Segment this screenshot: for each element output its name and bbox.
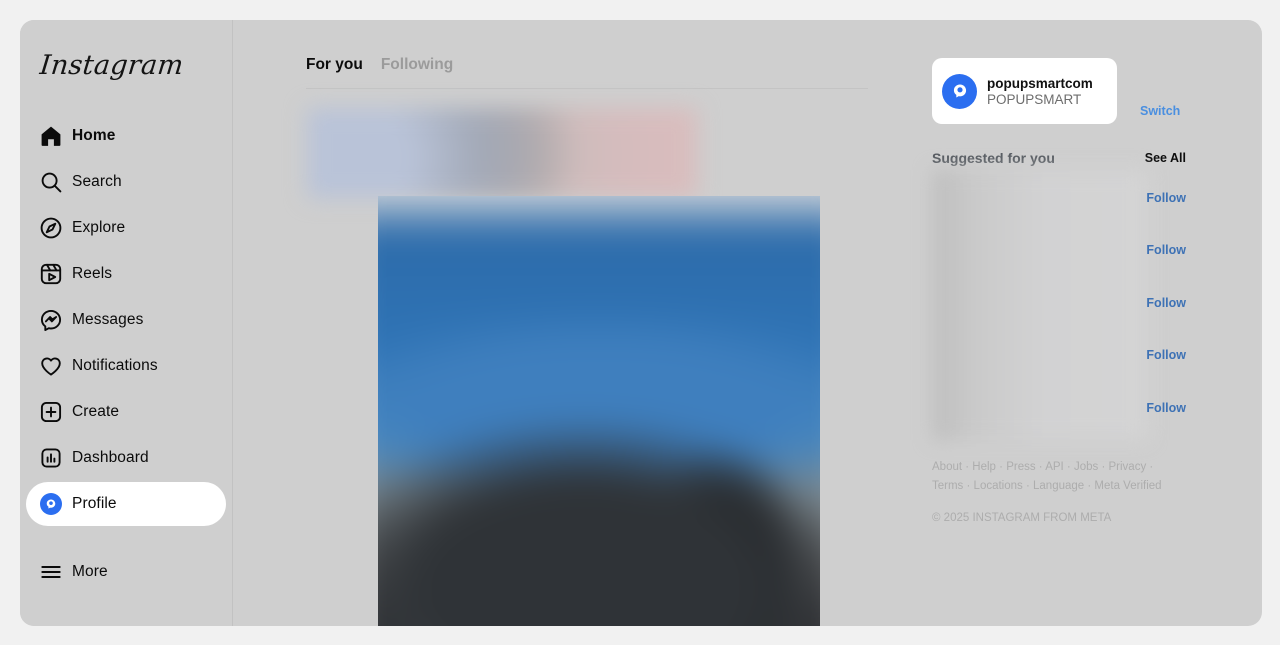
account-display-name: POPUPSMART xyxy=(987,91,1082,107)
hamburger-icon xyxy=(30,560,72,584)
sidebar-item-label: Reels xyxy=(72,265,113,282)
sidebar-nav-list: Home Search Explore Reels Messages Notificati… xyxy=(20,112,232,596)
feed-column: For you Following xyxy=(233,20,932,626)
profile-avatar-icon xyxy=(942,73,977,109)
compass-icon xyxy=(30,216,72,240)
suggestion-row[interactable]: Follow xyxy=(932,275,1186,327)
sidebar-item-label: Dashboard xyxy=(72,449,149,466)
suggestion-list: Follow Follow Follow Follow Follow xyxy=(932,170,1186,432)
see-all-button[interactable]: See All xyxy=(1145,151,1186,165)
instagram-window: Instagram Home Search Explore Reels Messages… xyxy=(20,20,1262,626)
suggestion-row[interactable]: Follow xyxy=(932,380,1186,432)
footer-links: About · Help · Press · API · Jobs · Priv… xyxy=(932,461,1162,492)
follow-button[interactable]: Follow xyxy=(1146,243,1186,257)
footer-link[interactable]: Jobs xyxy=(1074,461,1098,473)
plus-square-icon xyxy=(30,400,72,424)
account-names: popupsmartcom POPUPSMART xyxy=(987,76,1093,107)
footer-link[interactable]: Privacy xyxy=(1109,461,1147,473)
footer-link[interactable]: Terms xyxy=(932,480,963,492)
sidebar-item-more[interactable]: More xyxy=(26,550,226,594)
messenger-icon xyxy=(30,308,72,332)
post-image xyxy=(378,196,820,626)
follow-button[interactable]: Follow xyxy=(1146,191,1186,205)
reels-icon xyxy=(30,262,72,286)
home-icon xyxy=(30,124,72,148)
sidebar-item-profile[interactable]: Profile xyxy=(26,482,226,526)
suggestions-header: Suggested for you See All xyxy=(932,150,1186,166)
sidebar-item-label: Search xyxy=(72,173,122,190)
footer-link[interactable]: Meta Verified xyxy=(1094,480,1161,492)
sidebar: Instagram Home Search Explore Reels Messages… xyxy=(20,20,233,626)
footer-link[interactable]: Press xyxy=(1006,461,1035,473)
stories-strip[interactable] xyxy=(307,108,697,198)
sidebar-item-label: Explore xyxy=(72,219,126,236)
feed-tabs: For you Following xyxy=(306,56,868,89)
follow-button[interactable]: Follow xyxy=(1146,348,1186,362)
footer-copyright: © 2025 INSTAGRAM FROM META xyxy=(932,512,1112,524)
suggestion-row[interactable]: Follow xyxy=(932,327,1186,379)
tab-for-you[interactable]: For you xyxy=(306,56,363,74)
heart-icon xyxy=(30,354,72,378)
account-username: popupsmartcom xyxy=(987,75,1093,91)
suggestion-row[interactable]: Follow xyxy=(932,170,1186,222)
follow-button[interactable]: Follow xyxy=(1146,401,1186,415)
sidebar-item-home[interactable]: Home xyxy=(26,114,226,158)
dashboard-icon xyxy=(30,446,72,470)
sidebar-item-label: Profile xyxy=(72,495,117,512)
suggestion-row[interactable]: Follow xyxy=(932,222,1186,274)
follow-button[interactable]: Follow xyxy=(1146,296,1186,310)
sidebar-item-label: More xyxy=(72,563,108,580)
sidebar-item-label: Home xyxy=(72,127,116,144)
tab-following[interactable]: Following xyxy=(381,56,453,74)
profile-avatar-icon xyxy=(30,493,72,515)
sidebar-item-create[interactable]: Create xyxy=(26,390,226,434)
sidebar-item-label: Create xyxy=(72,403,120,420)
current-account-card[interactable]: popupsmartcom POPUPSMART xyxy=(932,58,1117,124)
sidebar-item-messages[interactable]: Messages xyxy=(26,298,226,342)
sidebar-item-dashboard[interactable]: Dashboard xyxy=(26,436,226,480)
sidebar-item-reels[interactable]: Reels xyxy=(26,252,226,296)
right-rail: popupsmartcom POPUPSMART Switch Suggeste… xyxy=(932,20,1192,626)
post-media[interactable] xyxy=(378,196,820,626)
sidebar-item-notifications[interactable]: Notifications xyxy=(26,344,226,388)
footer: About · Help · Press · API · Jobs · Priv… xyxy=(932,458,1180,524)
footer-link[interactable]: About xyxy=(932,461,962,473)
footer-link[interactable]: API xyxy=(1045,461,1064,473)
footer-link[interactable]: Help xyxy=(972,461,996,473)
search-icon xyxy=(30,170,72,194)
sidebar-item-label: Messages xyxy=(72,311,144,328)
instagram-wordmark[interactable]: Instagram xyxy=(38,50,185,81)
switch-account-button[interactable]: Switch xyxy=(1140,104,1180,118)
sidebar-item-search[interactable]: Search xyxy=(26,160,226,204)
sidebar-item-label: Notifications xyxy=(72,357,158,374)
footer-link[interactable]: Language xyxy=(1033,480,1084,492)
suggestions-title: Suggested for you xyxy=(932,150,1055,166)
footer-link[interactable]: Locations xyxy=(974,480,1023,492)
sidebar-item-explore[interactable]: Explore xyxy=(26,206,226,250)
